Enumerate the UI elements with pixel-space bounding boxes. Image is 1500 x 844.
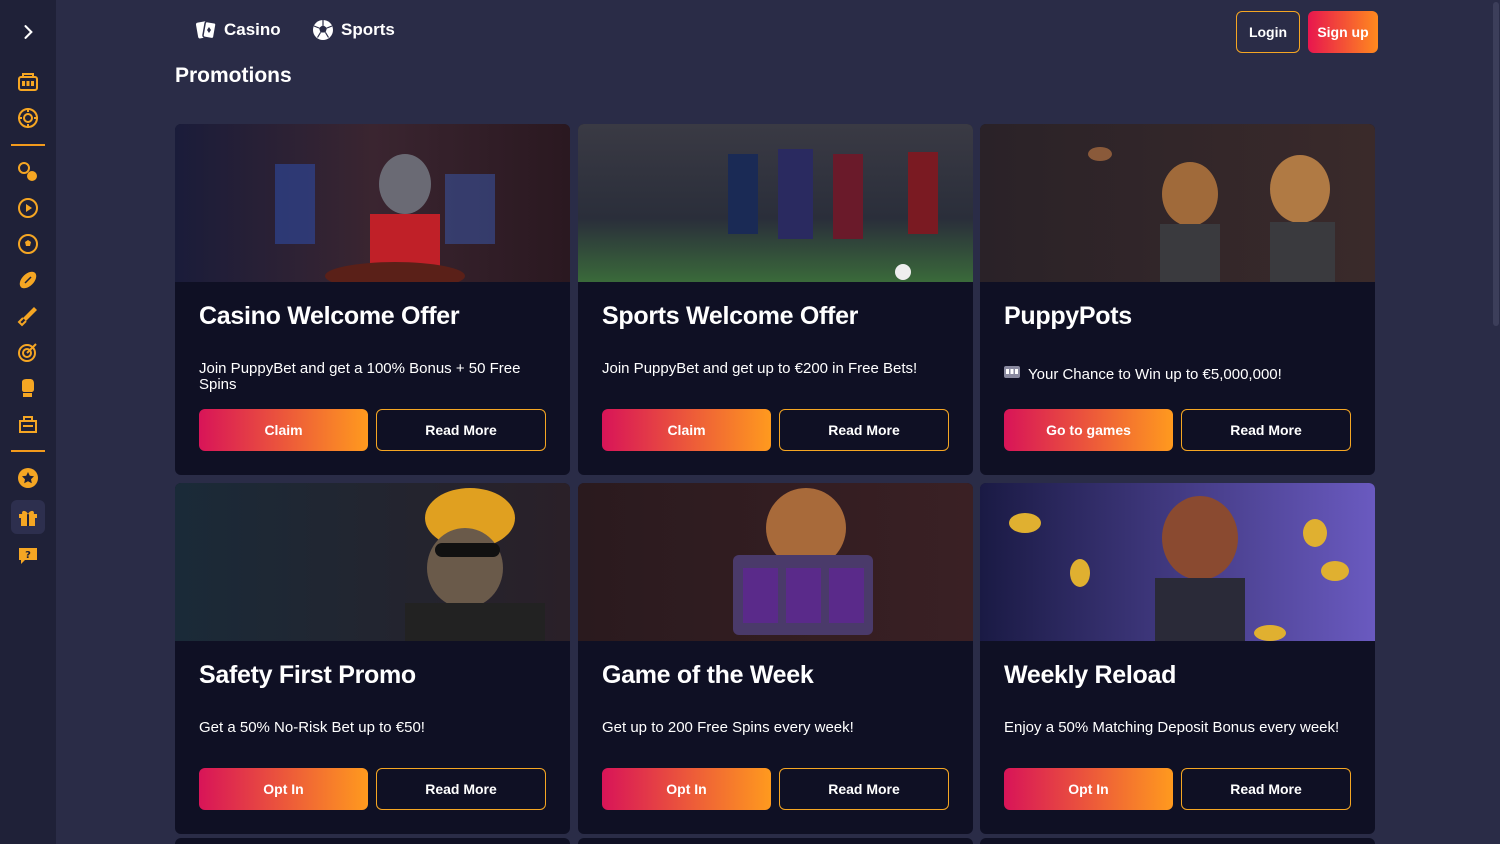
opt-in-button[interactable]: Opt In [1004, 768, 1173, 810]
opt-in-button[interactable]: Opt In [199, 768, 368, 810]
esports-icon[interactable] [14, 410, 42, 438]
read-more-button[interactable]: Read More [1181, 409, 1351, 451]
boxing-glove-icon[interactable] [14, 374, 42, 402]
go-to-games-button[interactable]: Go to games [1004, 409, 1173, 451]
promo-title: Game of the Week [602, 661, 814, 689]
slot-dog-image [578, 483, 973, 641]
sports-nav-label: Sports [341, 20, 395, 39]
football-icon[interactable] [14, 266, 42, 294]
darts-target-icon[interactable] [14, 338, 42, 366]
top-header: Casino Sports Login Sign up [56, 0, 1500, 64]
scrollbar-thumb[interactable] [1493, 2, 1499, 326]
read-more-button[interactable]: Read More [1181, 768, 1351, 810]
promo-title: Weekly Reload [1004, 661, 1177, 689]
promo-title: PuppyPots [1004, 302, 1132, 330]
promo-card-weekly-reload: Weekly Reload Enjoy a 50% Matching Depos… [980, 483, 1375, 834]
sidebar-divider [11, 144, 45, 146]
promo-description: Get up to 200 Free Spins every week! [602, 719, 854, 736]
claim-button[interactable]: Claim [199, 409, 368, 451]
promo-description: Get a 50% No-Risk Bet up to €50! [199, 719, 425, 736]
sports-balls-icon[interactable] [14, 158, 42, 186]
suited-dogs-image [980, 124, 1375, 282]
soccer-ball-icon [313, 20, 333, 40]
coins-dog-image [980, 483, 1375, 641]
claim-button[interactable]: Claim [602, 409, 771, 451]
casino-dealer-dog-image [175, 124, 570, 282]
sidebar: ? [0, 0, 56, 844]
sidebar-divider [11, 450, 45, 452]
live-play-icon[interactable] [14, 194, 42, 222]
next-row-card-edge [578, 838, 973, 844]
casino-nav-link[interactable]: Casino [194, 18, 281, 42]
page-scrollbar[interactable] [1492, 0, 1500, 844]
read-more-button[interactable]: Read More [376, 409, 546, 451]
login-button[interactable]: Login [1236, 11, 1300, 53]
promo-description: Enjoy a 50% Matching Deposit Bonus every… [1004, 719, 1340, 736]
promo-card-sports-welcome: Sports Welcome Offer Join PuppyBet and g… [578, 124, 973, 475]
star-icon[interactable] [14, 464, 42, 492]
cricket-bat-icon[interactable] [14, 302, 42, 330]
football-dogs-image [578, 124, 973, 282]
next-row-card-edge [175, 838, 570, 844]
slot-machine-icon[interactable] [14, 68, 42, 96]
page-title: Promotions [175, 64, 292, 87]
promo-card-puppypots: PuppyPots Your Chance to Win up to €5,00… [980, 124, 1375, 475]
next-row-card-edge [980, 838, 1375, 844]
promo-description: Your Chance to Win up to €5,000,000! [1028, 366, 1282, 383]
read-more-button[interactable]: Read More [779, 409, 949, 451]
roulette-icon[interactable] [14, 104, 42, 132]
playing-cards-icon [196, 20, 217, 40]
casino-nav-label: Casino [224, 20, 281, 39]
biker-dog-image [175, 483, 570, 641]
slot-machine-icon [1004, 365, 1020, 383]
promo-description-row: Your Chance to Win up to €5,000,000! [1004, 365, 1354, 383]
promo-card-casino-welcome: Casino Welcome Offer Join PuppyBet and g… [175, 124, 570, 475]
sports-nav-link[interactable]: Sports [311, 18, 395, 42]
promo-description: Join PuppyBet and get up to €200 in Free… [602, 360, 918, 377]
opt-in-button[interactable]: Opt In [602, 768, 771, 810]
gift-icon[interactable] [11, 500, 45, 534]
promo-title: Safety First Promo [199, 661, 416, 689]
promo-description: Join PuppyBet and get a 100% Bonus + 50 … [199, 360, 521, 393]
support-chat-icon[interactable]: ? [14, 542, 42, 570]
promo-card-game-of-the-week: Game of the Week Get up to 200 Free Spin… [578, 483, 973, 834]
svg-text:?: ? [25, 550, 31, 561]
soccer-ball-icon[interactable] [14, 230, 42, 258]
read-more-button[interactable]: Read More [779, 768, 949, 810]
signup-button[interactable]: Sign up [1308, 11, 1378, 53]
promo-title: Sports Welcome Offer [602, 302, 859, 330]
read-more-button[interactable]: Read More [376, 768, 546, 810]
promo-card-safety-first: Safety First Promo Get a 50% No-Risk Bet… [175, 483, 570, 834]
expand-sidebar-icon[interactable] [16, 20, 40, 44]
promo-title: Casino Welcome Offer [199, 302, 460, 330]
